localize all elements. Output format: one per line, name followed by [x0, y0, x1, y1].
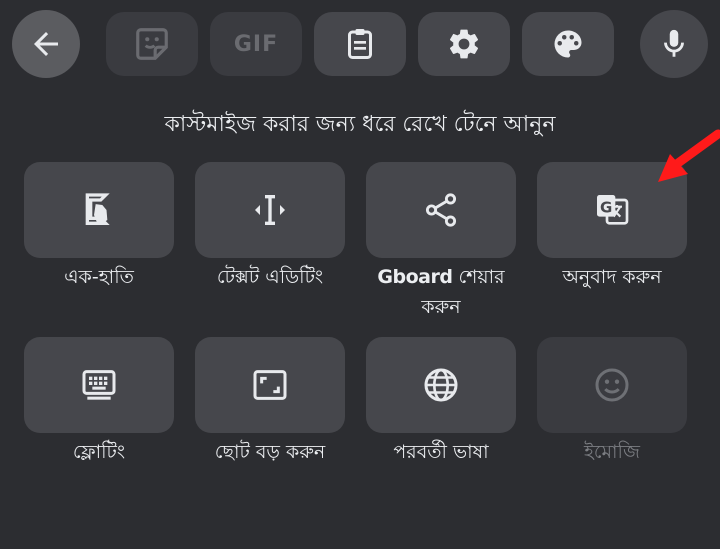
resize-label: ছোট বড় করুন: [214, 441, 326, 463]
annotation-arrow: [658, 129, 720, 182]
gear-icon: [449, 29, 479, 59]
theme-button[interactable]: [522, 12, 614, 76]
keyboard-icon: [82, 370, 116, 400]
globe-icon: [424, 368, 458, 402]
share-gboard-tile[interactable]: [366, 162, 516, 258]
translate-label: অনুবাদ করুন: [562, 266, 662, 288]
keyboard-toolbar: GIF: [0, 0, 720, 90]
sticker-icon: [136, 28, 168, 60]
resize-tile[interactable]: [195, 337, 345, 433]
emoji-icon: [595, 368, 629, 402]
text-editing-label: টেক্সট এডিটিং: [216, 266, 324, 288]
next-language-tile[interactable]: [366, 337, 516, 433]
floating-label: ফ্লোটিং: [72, 441, 126, 463]
gif-label: GIF: [233, 31, 279, 57]
share-icon: [425, 193, 457, 227]
text-editing-tile[interactable]: [195, 162, 345, 258]
one-handed-tile[interactable]: [24, 162, 174, 258]
clipboard-button[interactable]: [314, 12, 406, 76]
text-cursor-icon: [255, 195, 285, 225]
emoji-label: ইমোজি: [583, 441, 640, 463]
emoji-tile[interactable]: [537, 337, 687, 433]
one-handed-label: এক-হাতি: [64, 266, 134, 288]
arrow-left-icon: [34, 32, 58, 56]
settings-button[interactable]: [418, 12, 510, 76]
one-handed-icon: [85, 193, 110, 225]
palette-icon: [554, 30, 582, 58]
clipboard-icon: [348, 29, 372, 59]
floating-tile[interactable]: [24, 337, 174, 433]
voice-input-button[interactable]: [640, 10, 708, 78]
share-gboard-label: Gboard শেয়ার করুন: [356, 262, 526, 322]
translate-icon: G: [597, 195, 629, 225]
microphone-icon: [664, 29, 684, 57]
gif-button[interactable]: GIF: [210, 12, 302, 76]
gboard-brand: Gboard: [377, 266, 453, 288]
svg-text:G: G: [600, 199, 612, 217]
back-button[interactable]: [12, 10, 80, 78]
next-language-label: পরবর্তী ভাষা: [393, 441, 489, 463]
sticker-button[interactable]: [106, 12, 198, 76]
resize-icon: [253, 370, 287, 400]
customize-hint: কাস্টমাইজ করার জন্য ধরে রেখে টেনে আনুন: [164, 112, 556, 137]
